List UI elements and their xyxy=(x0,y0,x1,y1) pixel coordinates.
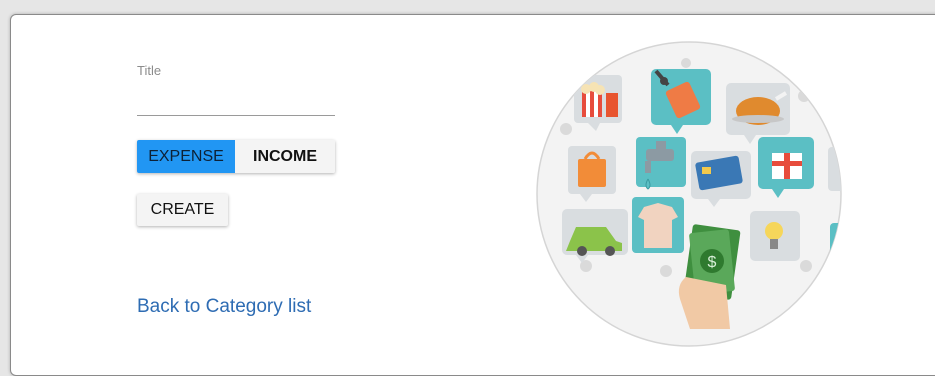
expense-toggle[interactable]: EXPENSE xyxy=(137,140,235,173)
card-panel: Title EXPENSE INCOME CREATE Back to Cate… xyxy=(10,14,935,376)
expense-icons-illustration: $ xyxy=(536,41,842,347)
create-button[interactable]: CREATE xyxy=(137,194,228,226)
faucet-icon xyxy=(636,137,686,190)
roast-chicken-icon xyxy=(726,83,790,144)
svg-text:$: $ xyxy=(708,254,717,271)
type-toggle-group: EXPENSE INCOME xyxy=(137,140,335,173)
shirt-icon xyxy=(632,197,684,253)
gift-icon xyxy=(758,137,814,198)
credit-card-icon xyxy=(691,151,751,207)
title-input[interactable] xyxy=(137,85,335,116)
income-toggle[interactable]: INCOME xyxy=(235,140,335,173)
fuel-pump-icon xyxy=(651,69,711,134)
back-to-category-list-link[interactable]: Back to Category list xyxy=(137,296,311,318)
lightbulb-icon xyxy=(750,211,800,261)
popcorn-icon xyxy=(574,75,622,131)
shopping-bag-icon xyxy=(568,146,616,202)
car-icon xyxy=(562,209,628,263)
title-label: Title xyxy=(137,63,162,78)
